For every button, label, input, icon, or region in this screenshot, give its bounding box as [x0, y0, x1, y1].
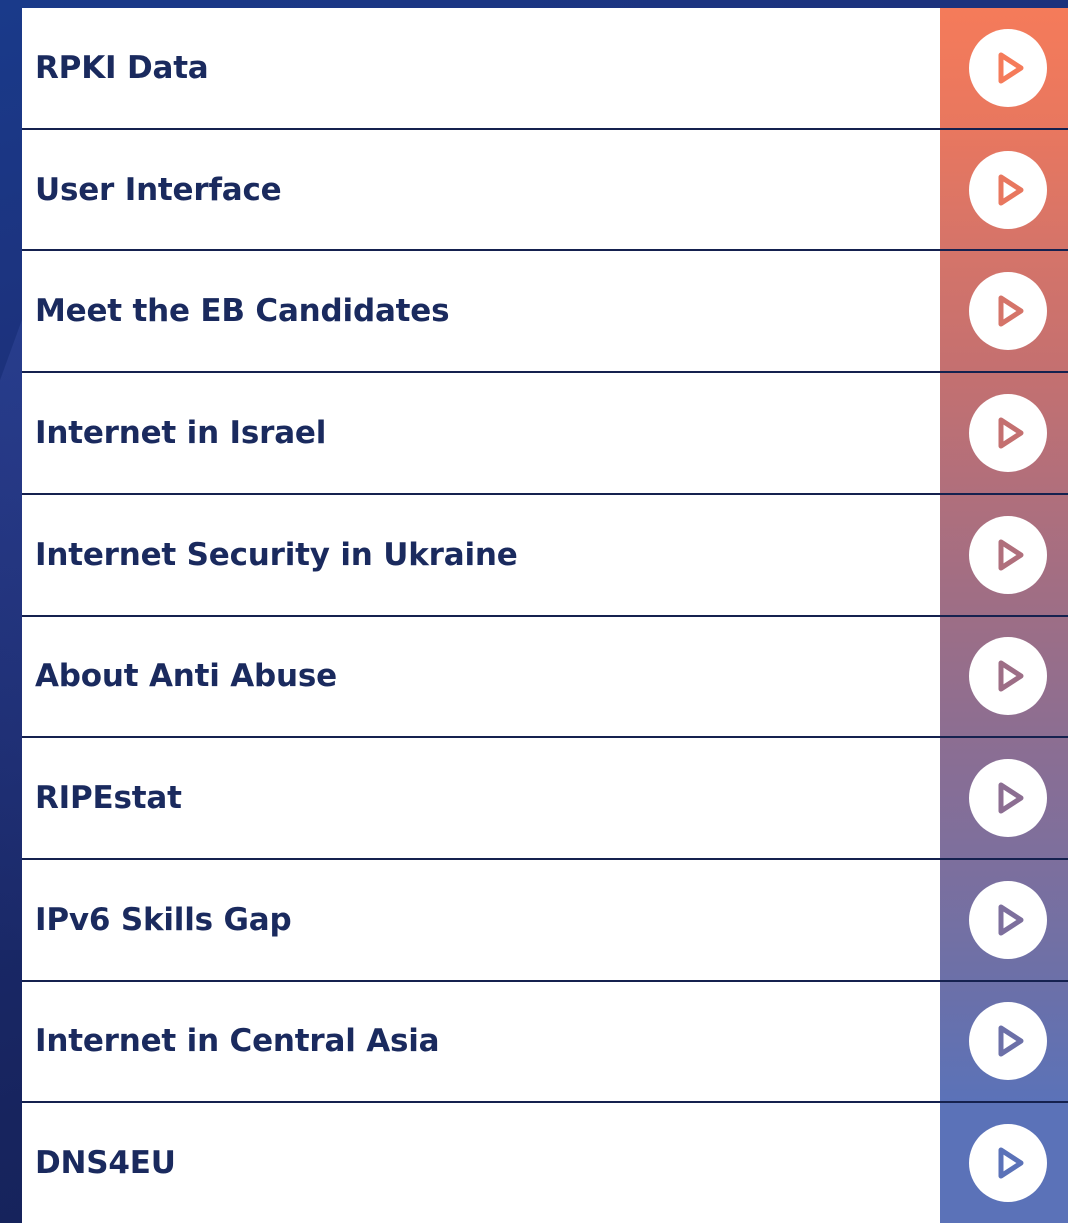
- playlist-item-label: User Interface: [35, 171, 282, 208]
- playlist-item-internet-in-central-asia[interactable]: Internet in Central Asia: [22, 981, 1068, 1104]
- playlist-item-label-area[interactable]: Internet Security in Ukraine: [22, 494, 940, 615]
- playlist-item-user-interface[interactable]: User Interface: [22, 129, 1068, 252]
- playlist-item-label-area[interactable]: DNS4EU: [22, 1103, 940, 1223]
- playlist-item-label-area[interactable]: Internet in Israel: [22, 373, 940, 493]
- playlist-item-label: RIPEstat: [35, 780, 182, 817]
- play-button[interactable]: [940, 129, 1068, 250]
- playlist-item-label-area[interactable]: IPv6 Skills Gap: [22, 859, 940, 980]
- playlist-item-label-area[interactable]: Internet in Central Asia: [22, 981, 940, 1102]
- playlist-item-label: Internet Security in Ukraine: [35, 536, 518, 573]
- play-icon: [969, 637, 1047, 716]
- video-playlist: RPKI Data User Interface Meet the EB Can…: [22, 8, 1068, 1223]
- play-icon: [969, 1002, 1047, 1081]
- play-button[interactable]: [940, 616, 1068, 737]
- play-button[interactable]: [940, 859, 1068, 980]
- playlist-item-ripestat[interactable]: RIPEstat: [22, 738, 1068, 860]
- play-icon: [969, 515, 1047, 594]
- playlist-item-label: DNS4EU: [35, 1145, 176, 1182]
- play-button[interactable]: [940, 373, 1068, 493]
- playlist-item-label: About Anti Abuse: [35, 658, 337, 695]
- playlist-item-internet-security-in-ukraine[interactable]: Internet Security in Ukraine: [22, 494, 1068, 617]
- play-button[interactable]: [940, 1103, 1068, 1223]
- playlist-item-about-anti-abuse[interactable]: About Anti Abuse: [22, 616, 1068, 739]
- playlist-item-dns4eu[interactable]: DNS4EU: [22, 1103, 1068, 1223]
- playlist-item-label-area[interactable]: User Interface: [22, 129, 940, 250]
- play-icon: [969, 272, 1047, 351]
- play-icon: [969, 1124, 1047, 1203]
- play-icon: [969, 759, 1047, 838]
- playlist-item-ipv6-skills-gap[interactable]: IPv6 Skills Gap: [22, 859, 1068, 982]
- play-button[interactable]: [940, 738, 1068, 858]
- playlist-item-label: RPKI Data: [35, 49, 209, 86]
- playlist-item-label-area[interactable]: Meet the EB Candidates: [22, 251, 940, 372]
- playlist-item-label-area[interactable]: RPKI Data: [22, 8, 940, 128]
- play-button[interactable]: [940, 8, 1068, 128]
- playlist-item-label-area[interactable]: RIPEstat: [22, 738, 940, 858]
- play-icon: [969, 880, 1047, 959]
- play-button[interactable]: [940, 981, 1068, 1102]
- playlist-item-rpki-data[interactable]: RPKI Data: [22, 8, 1068, 130]
- playlist-item-label-area[interactable]: About Anti Abuse: [22, 616, 940, 737]
- play-button[interactable]: [940, 251, 1068, 372]
- play-icon: [969, 393, 1047, 472]
- play-button[interactable]: [940, 494, 1068, 615]
- playlist-item-label: IPv6 Skills Gap: [35, 901, 292, 938]
- play-icon: [969, 28, 1047, 107]
- playlist-item-label: Internet in Central Asia: [35, 1023, 440, 1060]
- playlist-item-internet-in-israel[interactable]: Internet in Israel: [22, 373, 1068, 495]
- playlist-item-label: Internet in Israel: [35, 414, 327, 451]
- play-icon: [969, 150, 1047, 229]
- playlist-item-label: Meet the EB Candidates: [35, 293, 450, 330]
- playlist-item-meet-the-eb-candidates[interactable]: Meet the EB Candidates: [22, 251, 1068, 374]
